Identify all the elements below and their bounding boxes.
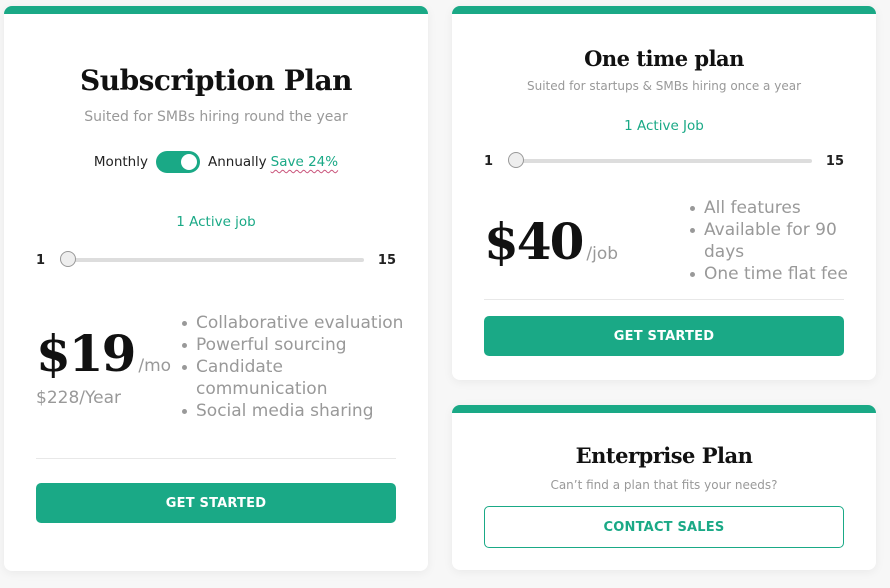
enterprise-plan-card: Enterprise Plan Can’t find a plan that f… <box>452 405 876 570</box>
save-badge: Save 24% <box>270 154 339 170</box>
price-block: $40/job <box>484 214 618 270</box>
toggle-knob <box>180 154 197 170</box>
active-jobs-slider[interactable]: 1 15 <box>36 250 396 270</box>
one-time-plan-title: One time plan <box>584 46 744 71</box>
subscription-plan-subtitle: Suited for SMBs hiring round the year <box>84 109 348 125</box>
price-block: $19/mo $228/Year <box>36 324 172 409</box>
feature-list: Collaborative evaluation Powerful sourci… <box>180 312 410 422</box>
enterprise-plan-subtitle: Can’t find a plan that fits your needs? <box>550 478 778 492</box>
active-jobs-slider[interactable]: 1 15 <box>484 151 844 171</box>
price-period: /mo <box>138 356 172 376</box>
active-jobs-label: 1 Active Job <box>624 118 704 134</box>
price-period: /job <box>586 244 619 264</box>
billing-period-switch: Monthly Annually Save 24% <box>4 151 428 173</box>
feature-item: Social media sharing <box>180 400 410 422</box>
feature-item: Collaborative evaluation <box>180 312 410 334</box>
slider-max-label: 15 <box>825 153 844 169</box>
contact-sales-button[interactable]: CONTACT SALES <box>484 506 844 548</box>
subscription-plan-title: Subscription Plan <box>80 64 352 97</box>
one-time-plan-card: One time plan Suited for startups & SMBs… <box>452 6 876 380</box>
feature-item: One time flat fee <box>688 263 858 285</box>
divider <box>484 299 844 300</box>
yearly-price: $228/Year <box>36 388 121 408</box>
one-time-plan-subtitle: Suited for startups & SMBs hiring once a… <box>527 79 801 93</box>
slider-thumb[interactable] <box>60 251 76 267</box>
get-started-button[interactable]: GET STARTED <box>484 316 844 356</box>
feature-item: Candidate communication <box>180 356 410 400</box>
price-amount: $19 <box>36 324 136 383</box>
feature-item: Powerful sourcing <box>180 334 410 356</box>
slider-min-label: 1 <box>36 252 46 268</box>
divider <box>36 458 396 459</box>
feature-list: All features Available for 90 days One t… <box>688 197 858 285</box>
get-started-button[interactable]: GET STARTED <box>36 483 396 523</box>
annually-label[interactable]: Annually <box>208 154 267 170</box>
slider-max-label: 15 <box>377 252 396 268</box>
monthly-label[interactable]: Monthly <box>94 154 148 170</box>
slider-min-label: 1 <box>484 153 494 169</box>
subscription-plan-card: Subscription Plan Suited for SMBs hiring… <box>4 6 428 571</box>
feature-item: All features <box>688 197 858 219</box>
feature-item: Available for 90 days <box>688 219 858 263</box>
slider-track[interactable] <box>60 251 364 267</box>
slider-thumb[interactable] <box>508 152 524 168</box>
price-amount: $40 <box>484 212 584 271</box>
slider-track[interactable] <box>508 152 812 168</box>
active-jobs-label: 1 Active job <box>176 214 256 230</box>
billing-toggle[interactable] <box>155 151 200 173</box>
enterprise-plan-title: Enterprise Plan <box>575 443 753 468</box>
